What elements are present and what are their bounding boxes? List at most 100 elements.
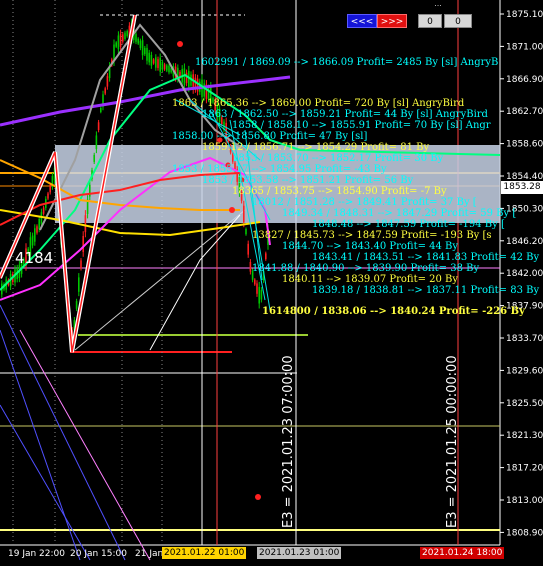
bottom-trade-annotation: 1614800 / 1838.06 --> 1840.24 Profit= -2… [262,306,526,317]
price-label: 1846.20 [506,237,543,247]
price-chart[interactable]: 1875.101871.001866.901862.701858.601854.… [0,0,543,566]
candle-body [106,76,109,87]
candle-body [185,72,188,84]
window-title: ... [434,0,442,8]
e3-marker-1: E3 = 2021.01.23 07:00:00 [281,355,296,528]
candle-body [183,68,186,86]
price-label: 1875.10 [506,10,543,20]
candle-body [260,289,263,300]
candle-body [203,83,205,97]
time-label-1: 20 Jan 15:00 [70,549,127,559]
candle-body [157,59,159,68]
candle-body [42,207,45,214]
candle-body [100,107,102,113]
candle-body [97,122,100,131]
candle-body [141,40,144,56]
candle-body [196,78,199,92]
candle-body [115,42,117,47]
trade-label: 18365 / 1853.75 --> 1854.90 Profit= -7 B… [232,186,447,197]
current-price-tag: 1853.28 [501,181,543,194]
time-tag-grey: 2021.01.23 01:00 [257,547,342,559]
candle-body [95,135,98,150]
price-label: 1842.00 [506,269,543,279]
trade-label: 1844.70 --> 1843.40 Profit= 44 By [282,241,458,252]
candle-body [78,277,80,292]
candle-body [139,40,142,49]
left-label: 4184 [15,249,53,267]
candle-body [258,286,260,304]
candle-body [34,228,36,242]
candle-body [122,34,124,42]
field-a-input[interactable]: 0 [418,14,442,28]
candle-body [245,229,247,235]
price-label: 1866.90 [506,75,543,85]
candle-body [168,65,170,73]
trade-label: 1853 / 1855.17 --> 1854.95 Profit= -43 B… [172,164,387,175]
trade-label: 1863 / 1862.50 --> 1859.21 Profit= 44 By… [202,109,489,120]
field-b-input[interactable]: 0 [444,14,472,28]
price-label: 1821.30 [506,431,543,441]
candle-body [254,279,256,285]
candle-body [256,283,258,294]
trade-label: 18012 / 1851.28 --> 1849.41 Profit= 37 B… [252,197,477,208]
price-label: 1817.20 [506,464,543,474]
candle-body [126,31,128,37]
candle-body [161,61,164,70]
candle-body [152,59,155,64]
trade-label: 1853 / 1853.70 --> 1852.17 Profit= 30 By [232,153,444,164]
candle-body [36,226,38,233]
candle-body [119,33,122,47]
candle-body [144,47,146,55]
trade-label: 1858.00 --> 1856.80 Profit= 47 By [sl] [172,131,367,142]
candle-body [75,301,78,309]
candle-body [146,47,148,61]
price-axis-labels: 1875.101871.001866.901862.701858.601854.… [500,10,543,538]
candle-body [82,235,84,253]
candle-body [163,64,166,70]
diag-line-1 [0,304,126,561]
diag-line-5 [74,209,246,351]
time-label-2: 21 Jan [135,549,163,559]
trade-label: 1859.12 / 1856.71 --> 1854.29 Profit= 81… [202,142,429,153]
candle-body [148,52,150,63]
time-label-0: 19 Jan 22:00 [8,549,65,559]
candle-body [135,33,137,42]
candle-body [47,193,49,199]
candle-body [84,215,87,233]
trade-label: 13827 / 1845.73 --> 1847.59 Profit= -193… [252,230,492,241]
trade-label: 1849.34 / 1848.31 --> 1847.29 Profit= 59… [282,208,516,219]
trade-label: 1858 / 1858.10 --> 1855.91 Profit= 70 By… [232,120,491,131]
trade-label: 1843.41 / 1843.51 --> 1841.83 Profit= 42… [312,252,539,263]
candle-body [104,88,106,94]
candle-body [166,65,168,71]
price-label: 1825.50 [506,399,543,409]
trade-label: 1853 / 1853.58 --> 1851.21 Profit= 56 By [202,175,414,186]
top-trade-annotation: 1602991 / 1869.09 --> 1866.09 Profit= 24… [195,57,498,68]
trade-label: 1863 / 1865.36 --> 1869.00 Profit= 720 B… [172,98,465,109]
next-button[interactable]: >>> [377,14,407,28]
candle-body [93,154,95,162]
e3-marker-2: E3 = 2021.01.25 00:00:00 [445,355,460,528]
price-label: 1833.70 [506,334,543,344]
candle-body [124,32,126,39]
price-label: 1862.70 [506,107,543,117]
candle-body [31,235,34,246]
time-tag-red: 2021.01.24 18:00 [420,547,505,559]
trade-label: 1839.18 / 1838.81 --> 1837.11 Profit= 83… [312,285,539,296]
price-label: 1871.00 [506,42,543,52]
candle-body [155,57,157,68]
candle-body [117,35,120,50]
candle-body [49,184,51,193]
time-tag-yellow: 2021.01.22 01:00 [162,547,247,559]
candle-body [150,54,153,66]
candle-body [38,218,40,230]
price-label: 1858.60 [506,140,543,150]
prev-button[interactable]: <<< [347,14,377,28]
candle-body [159,57,161,72]
candle-body [265,253,267,260]
trade-label: 1841.88 / 1840.90 --> 1839.90 Profit= 38… [252,263,479,274]
price-label: 1829.60 [506,366,543,376]
trade-label: 1840.11 --> 1839.07 Profit= 20 By [282,274,458,285]
candle-body [243,205,245,223]
price-label: 1808.90 [506,528,543,538]
